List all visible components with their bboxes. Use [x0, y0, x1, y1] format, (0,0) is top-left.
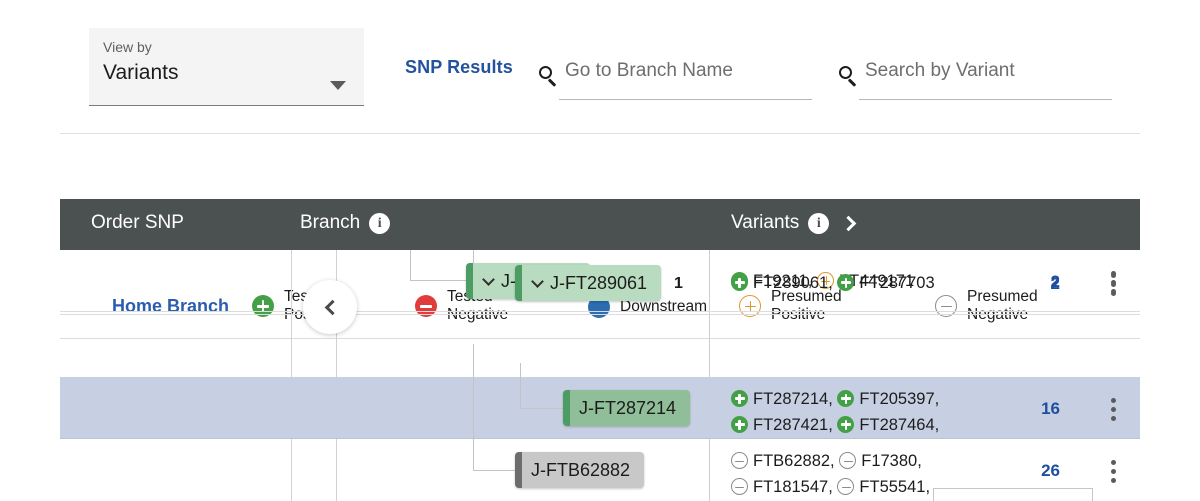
branch-node-2[interactable]: J-FT287214 — [563, 390, 691, 426]
view-by-value: Variants — [103, 61, 179, 84]
chevron-down-icon[interactable] — [330, 81, 346, 90]
variant-count: 26 — [1041, 461, 1060, 480]
info-icon[interactable]: i — [369, 212, 391, 234]
variant-search-underline — [859, 99, 1112, 100]
plus-circle-solid-icon — [837, 274, 855, 291]
variants-list-line: FT289061, FT287703 — [731, 270, 935, 296]
table-header: Order SNP Branch i Variants i — [60, 199, 1140, 250]
chevron-left-icon — [324, 299, 340, 315]
tree-connector-vertical — [520, 363, 521, 409]
legend-bar: Home Branch TestedPositive TestedNegativ… — [0, 140, 1200, 339]
variant-name[interactable]: FT287464 — [859, 416, 934, 434]
variant-name[interactable]: FT55541 — [859, 478, 925, 496]
table-row[interactable]: J-FT287214 FT287214, FT205397, FT287421,… — [60, 363, 1140, 439]
more-vertical-icon[interactable] — [1111, 460, 1116, 483]
column-header-order-snp[interactable]: Order SNP — [91, 212, 184, 234]
variants-list-line: FTB62882, F17380, — [731, 448, 922, 474]
branch-name-search[interactable]: Go to Branch Name — [537, 60, 812, 100]
branch-node-label: J-FTB62882 — [531, 459, 631, 480]
view-by-label: View by — [103, 39, 152, 55]
column-header-branch[interactable]: Branch i — [300, 212, 391, 234]
variant-count: 2 — [1050, 274, 1060, 293]
branch-node-count: 1 — [674, 275, 683, 292]
variant-name[interactable]: FT289061 — [753, 274, 828, 292]
plus-circle-solid-icon — [837, 416, 855, 433]
branch-node-accent — [515, 265, 522, 301]
view-by-dropdown[interactable]: View by Variants — [89, 28, 364, 106]
branch-search-underline — [559, 99, 812, 100]
variant-name[interactable]: FT181547 — [753, 478, 828, 496]
variant-search-placeholder: Search by Variant — [865, 60, 1015, 81]
variant-count: 16 — [1041, 399, 1060, 418]
branch-node-label: J-FT287214 — [579, 397, 677, 418]
variants-cell: FT289061, FT287703 2 — [721, 250, 1140, 314]
branch-node-accent — [466, 263, 473, 299]
tree-connector-vertical — [473, 344, 474, 471]
search-icon — [837, 64, 859, 88]
branch-search-placeholder: Go to Branch Name — [565, 60, 733, 81]
collapse-tree-button[interactable] — [303, 280, 357, 334]
chevron-down-icon[interactable] — [531, 274, 544, 288]
info-icon[interactable]: i — [808, 212, 830, 234]
variants-list-line: FT287214, FT205397, — [731, 386, 939, 412]
tooltip-popup — [933, 488, 1093, 501]
variant-name[interactable]: FT287703 — [859, 274, 934, 292]
variant-name[interactable]: FT287214 — [753, 390, 828, 408]
plus-circle-solid-icon — [731, 390, 748, 407]
variants-list-line: FT181547, FT55541, — [731, 474, 930, 500]
table-row[interactable]: J-FT289061 1 FT289061, FT287703 2 — [60, 250, 1140, 315]
branch-node-3[interactable]: J-FTB62882 — [515, 452, 645, 488]
plus-circle-solid-icon — [837, 390, 855, 407]
top-toolbar: View by Variants SNP Results Go to Branc… — [0, 0, 1200, 134]
toolbar-divider — [60, 133, 1140, 134]
snp-results-page: View by Variants SNP Results Go to Branc… — [0, 0, 1200, 501]
variant-search[interactable]: Search by Variant — [837, 60, 1112, 100]
plus-circle-solid-icon — [731, 274, 748, 291]
branch-node-accent — [563, 390, 570, 426]
tree-connector-horizontal — [410, 280, 468, 281]
more-vertical-icon[interactable] — [1111, 273, 1116, 296]
variant-name[interactable]: F17380 — [861, 452, 917, 470]
search-icon — [537, 64, 559, 88]
table-body: J-F19211 3 F19211, FT449171 2 J-FT289061 — [60, 250, 1140, 501]
variant-name[interactable]: FT287421 — [753, 416, 828, 434]
tree-connector-vertical — [410, 250, 411, 281]
snp-results-link[interactable]: SNP Results — [405, 57, 513, 78]
variants-cell: FT287214, FT205397, FT287421, FT287464, … — [721, 377, 1140, 438]
chevron-right-icon[interactable] — [841, 215, 857, 231]
chevron-down-icon[interactable] — [482, 272, 495, 286]
variant-name[interactable]: FTB62882 — [753, 452, 830, 470]
plus-circle-solid-icon — [731, 416, 748, 433]
column-header-branch-label: Branch — [300, 212, 361, 233]
column-header-variants[interactable]: Variants i — [731, 212, 857, 234]
minus-circle-outline-icon — [839, 452, 857, 469]
variants-list-line: FT287421, FT287464, — [731, 412, 939, 438]
minus-circle-outline-icon — [731, 478, 748, 495]
tree-connector-horizontal — [473, 470, 520, 471]
branch-node-accent — [515, 452, 522, 488]
more-vertical-icon[interactable] — [1111, 398, 1116, 421]
variant-name[interactable]: FT205397 — [859, 390, 934, 408]
tree-connector-horizontal — [520, 408, 567, 409]
column-header-order-snp-label: Order SNP — [91, 212, 184, 233]
column-header-variants-label: Variants — [731, 212, 800, 233]
branch-node-1[interactable]: J-FT289061 — [515, 265, 662, 301]
minus-circle-outline-icon — [731, 452, 748, 469]
branch-node-label: J-FT289061 — [550, 272, 648, 293]
minus-circle-outline-icon — [837, 478, 855, 495]
